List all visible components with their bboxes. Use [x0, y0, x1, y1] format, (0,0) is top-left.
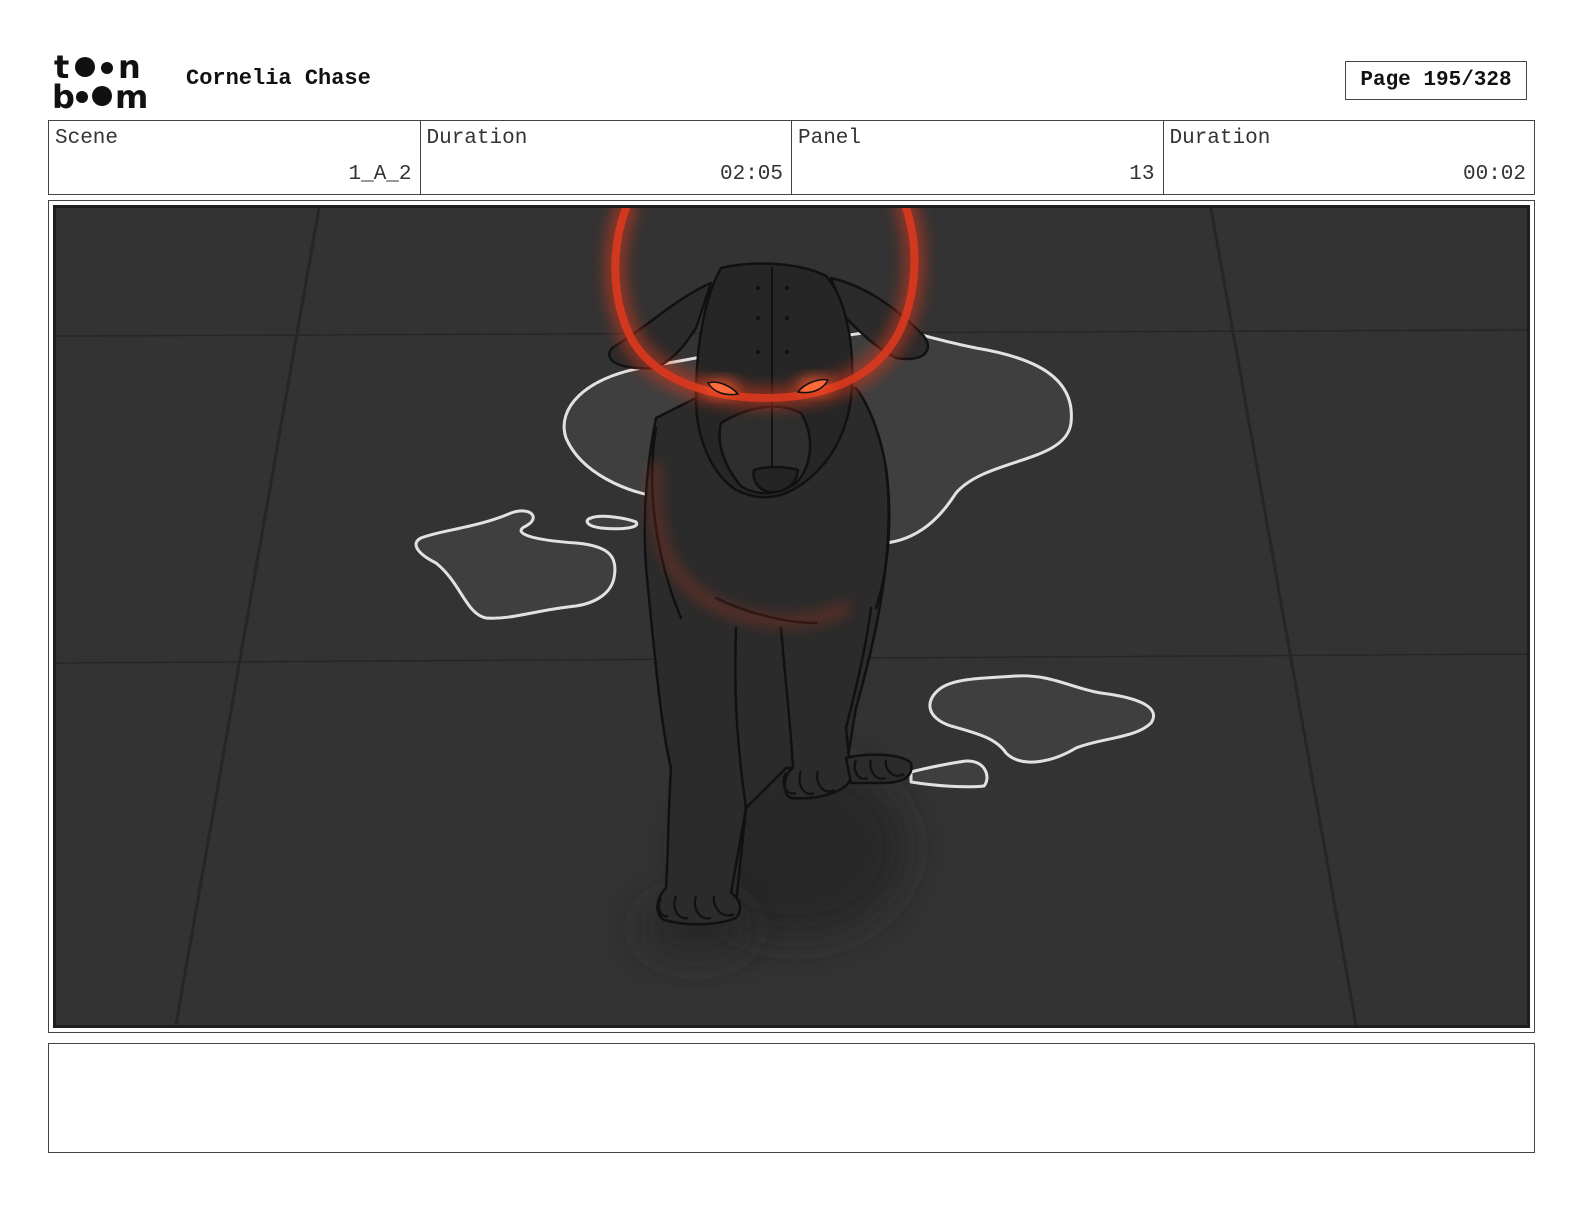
- panel-value: 13: [1129, 163, 1155, 186]
- panel-frame: [48, 200, 1535, 1033]
- panel-notes: [48, 1043, 1535, 1153]
- panel-duration-value: 00:02: [1462, 163, 1526, 186]
- panel-label: Panel: [798, 127, 862, 150]
- storyboard-sketch: [56, 208, 1527, 1025]
- scene-label: Scene: [55, 127, 119, 150]
- panel-duration-cell: Duration 00:02: [1164, 121, 1535, 194]
- svg-text:m: m: [115, 78, 148, 112]
- page-indicator: Page 195/328: [1345, 61, 1527, 100]
- toon-boom-logo: t n b m: [52, 50, 148, 112]
- scene-value: 1_A_2: [348, 163, 412, 186]
- panel-info-row: Scene 1_A_2 Duration 02:05 Panel 13 Dura…: [48, 120, 1535, 195]
- scene-duration-cell: Duration 02:05: [421, 121, 792, 194]
- svg-text:b: b: [52, 78, 75, 112]
- panel-cell: Panel 13: [792, 121, 1164, 194]
- panel-duration-label: Duration: [1169, 127, 1271, 150]
- storyboard-panel-image: [53, 205, 1530, 1028]
- scene-duration-label: Duration: [426, 127, 528, 150]
- scene-duration-value: 02:05: [719, 163, 783, 186]
- scene-cell: Scene 1_A_2: [49, 121, 421, 194]
- project-title: Cornelia Chase: [186, 66, 371, 91]
